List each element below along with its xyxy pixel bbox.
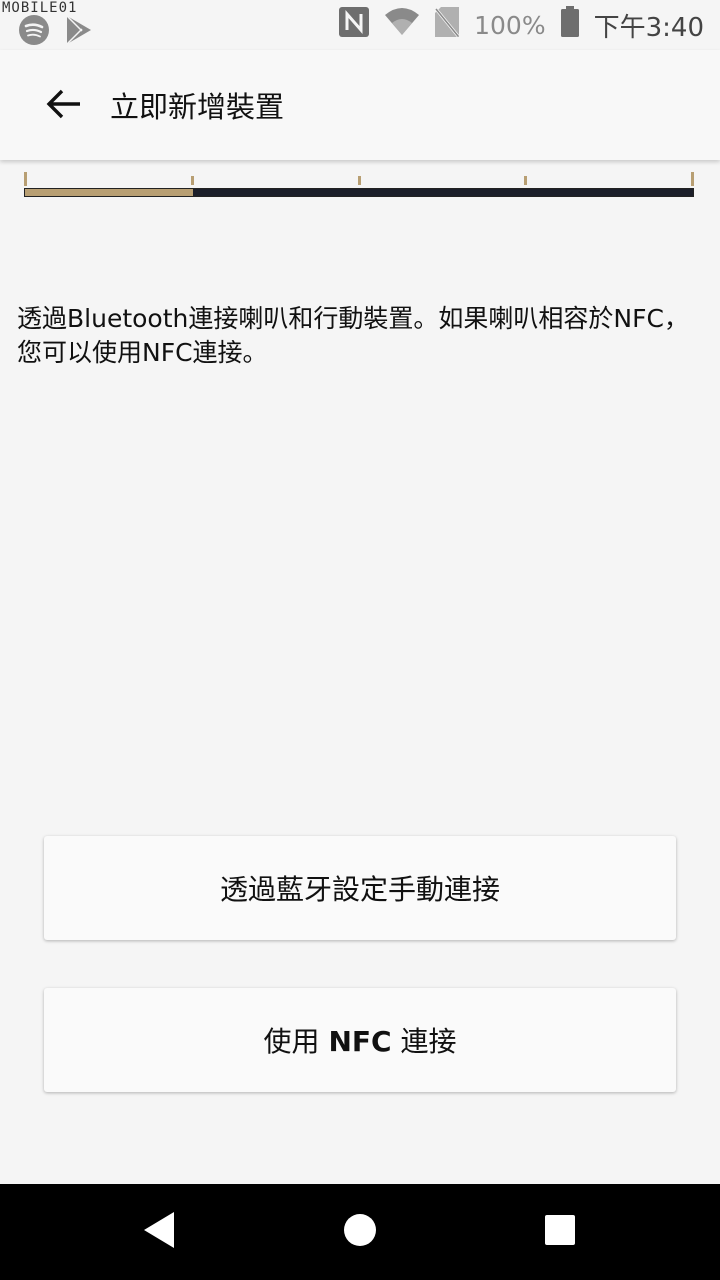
bluetooth-manual-connect-label: 透過藍牙設定手動連接: [219, 873, 500, 906]
page-title: 立即新增裝置: [110, 90, 285, 124]
nfc-icon: [338, 6, 370, 44]
battery-percent: 100%: [474, 10, 546, 40]
nfc-connect-label: 使用 NFC 連接: [264, 1020, 457, 1060]
navigation-bar: [0, 1184, 720, 1280]
status-right: 100% 下午3:40: [338, 6, 704, 44]
progress-step-tick: [191, 176, 194, 185]
progress-step-tick: [358, 176, 361, 185]
recent-square-icon: [544, 1214, 576, 1250]
app-bar: 立即新增裝置: [0, 50, 720, 160]
bluetooth-manual-connect-button[interactable]: 透過藍牙設定手動連接: [44, 836, 676, 940]
nfc-connect-button[interactable]: 使用 NFC 連接: [44, 988, 676, 1092]
nav-home-button[interactable]: [336, 1208, 384, 1256]
nfc-connect-bold: NFC: [328, 1025, 392, 1058]
description-text: 透過Bluetooth連接喇叭和行動裝置。如果喇叭相容於NFC，您可以使用NFC…: [17, 304, 689, 367]
nav-recent-button[interactable]: [536, 1208, 584, 1256]
home-circle-icon: [342, 1212, 378, 1252]
nfc-connect-prefix: 使用: [263, 1025, 329, 1058]
progress-step-tick: [524, 176, 527, 185]
progress-step-tick: [691, 172, 694, 186]
spotify-icon: [18, 14, 50, 50]
play-store-icon: [64, 14, 94, 50]
no-sim-icon: [434, 6, 460, 44]
step-progress-bar: [24, 170, 696, 200]
back-button[interactable]: [36, 78, 92, 134]
clock: 下午3:40: [593, 12, 704, 43]
arrow-left-icon: [46, 88, 82, 124]
wifi-icon: [384, 7, 420, 43]
nfc-connect-suffix: 連接: [391, 1025, 457, 1058]
progress-fill: [25, 189, 193, 196]
back-triangle-icon: [140, 1210, 180, 1254]
status-left-icons: [18, 6, 94, 50]
status-bar: MOBILE01 100% 下午3:40: [0, 0, 720, 50]
battery-icon: [560, 6, 580, 44]
progress-step-tick: [24, 172, 27, 186]
nav-back-button[interactable]: [136, 1208, 184, 1256]
